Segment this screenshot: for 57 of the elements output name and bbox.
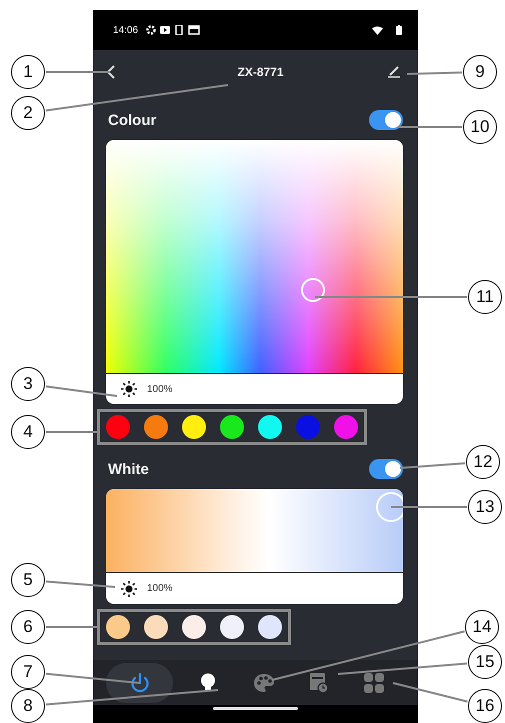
callout-number: 1 [11,55,45,89]
picker-cursor[interactable] [376,492,403,522]
color-swatch[interactable] [258,415,282,439]
back-icon[interactable] [106,65,116,79]
callout-number: 7 [11,655,45,689]
color-swatch[interactable] [296,415,320,439]
callout-number: 5 [11,563,45,597]
schedule-icon [308,672,329,694]
four-squares-icon [364,672,384,692]
callout-number: 2 [11,96,45,130]
color-swatch[interactable] [182,615,206,639]
color-swatch[interactable] [106,415,130,439]
bulb-icon [200,672,216,692]
device-title: ZX-8771 [237,65,284,79]
brightness-value: 100% [147,384,173,394]
callout-number: 6 [11,610,45,644]
brightness-icon [121,580,137,596]
color-swatch[interactable] [182,415,206,439]
toggle-switch[interactable] [369,110,403,130]
callout-number: 16 [468,689,502,723]
clock-time: 14:06 [113,24,138,36]
notification-icons [146,25,202,35]
leader-line [400,462,466,469]
callout-number: 14 [465,610,499,644]
color-swatch[interactable] [220,615,244,639]
callout-number: 11 [468,280,502,314]
color-swatch[interactable] [220,415,244,439]
power-icon [128,672,151,694]
brightness-icon [121,381,137,397]
leader-line [398,126,462,128]
leader-line [46,580,116,588]
callout-number: 9 [463,55,497,89]
callout-number: 8 [11,689,45,723]
color-swatch[interactable] [144,615,168,639]
toggle-switch[interactable] [369,459,403,479]
color-swatch[interactable] [258,615,282,639]
brightness-value: 100% [147,583,173,594]
callout-number: 4 [11,415,45,449]
palette-icon [252,672,275,692]
pencil-icon[interactable] [387,66,401,78]
battery-icon [396,25,402,35]
color-swatch[interactable] [334,415,358,439]
color-swatch[interactable] [106,615,130,639]
section-title: White [108,460,149,478]
picker-cursor[interactable] [301,278,325,302]
leader-line [46,385,118,397]
leader-line [46,71,110,73]
color-swatch[interactable] [144,415,168,439]
section-title: Colour [108,112,156,128]
callout-number: 13 [468,490,502,524]
wifi-icon [372,26,383,34]
callout-number: 10 [463,110,497,144]
nav-power-button[interactable] [106,662,174,702]
leader-line [406,72,462,75]
callout-number: 12 [466,445,500,479]
callout-number: 3 [11,367,45,401]
callout-number: 15 [468,645,502,679]
